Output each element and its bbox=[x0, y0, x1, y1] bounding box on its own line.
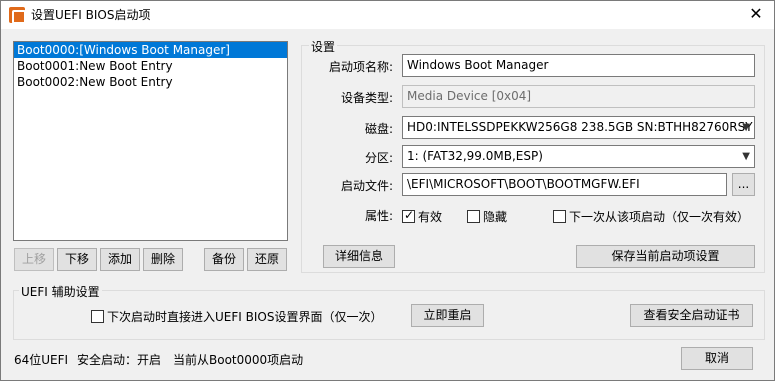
checkbox-checked-icon bbox=[402, 208, 415, 223]
device-type-label: 设备类型: bbox=[340, 91, 393, 105]
checkbox-icon bbox=[91, 310, 104, 323]
hidden-checkbox-label: 隐藏 bbox=[483, 210, 508, 224]
list-item[interactable]: Boot0001:New Boot Entry bbox=[14, 58, 287, 74]
boot-file-label: 启动文件: bbox=[340, 179, 393, 193]
move-up-button[interactable]: 上移 bbox=[14, 248, 54, 271]
uefi-aux-group-label: UEFI 辅助设置 bbox=[19, 283, 102, 300]
name-label: 启动项名称: bbox=[328, 60, 393, 74]
add-button[interactable]: 添加 bbox=[100, 248, 140, 271]
checkbox-icon bbox=[467, 210, 480, 223]
partition-select-value: 1: (FAT32,99.0MB,ESP) bbox=[407, 149, 543, 163]
list-item[interactable]: Boot0000:[Windows Boot Manager] bbox=[14, 42, 287, 58]
restore-button[interactable]: 还原 bbox=[247, 248, 287, 271]
view-secure-boot-cert-button[interactable]: 查看安全启动证书 bbox=[630, 304, 753, 327]
next-boot-once-checkbox[interactable]: 下一次从该项启动（仅一次有效） bbox=[553, 208, 749, 225]
active-checkbox-label: 有效 bbox=[418, 210, 443, 224]
checkbox-icon bbox=[553, 210, 566, 223]
active-checkbox[interactable]: 有效 bbox=[402, 208, 442, 225]
details-button[interactable]: 详细信息 bbox=[323, 245, 395, 268]
disk-label: 磁盘: bbox=[364, 122, 393, 136]
secure-boot-status: 安全启动：开启 bbox=[77, 353, 162, 367]
uefi-boot-dialog: 设置UEFI BIOS启动项 ✕ Boot0000:[Windows Boot … bbox=[0, 0, 775, 381]
partition-select[interactable]: 1: (FAT32,99.0MB,ESP) ▼ bbox=[402, 145, 755, 168]
backup-button[interactable]: 备份 bbox=[204, 248, 244, 271]
enter-bios-checkbox[interactable]: 下次启动时直接进入UEFI BIOS设置界面（仅一次） bbox=[91, 308, 382, 325]
attributes-label: 属性: bbox=[364, 209, 393, 223]
boot-entry-list[interactable]: Boot0000:[Windows Boot Manager] Boot0001… bbox=[13, 41, 288, 241]
chevron-down-icon: ▼ bbox=[742, 151, 750, 162]
app-icon bbox=[9, 7, 26, 24]
delete-button[interactable]: 删除 bbox=[143, 248, 183, 271]
device-type-field: Media Device [0x04] bbox=[402, 85, 755, 108]
next-boot-once-label: 下一次从该项启动（仅一次有效） bbox=[569, 210, 750, 224]
save-settings-button[interactable]: 保存当前启动项设置 bbox=[576, 245, 755, 268]
uefi-mode-text: 64位UEFI bbox=[14, 353, 69, 367]
cancel-button[interactable]: 取消 bbox=[681, 347, 753, 370]
settings-group-label: 设置 bbox=[309, 38, 338, 55]
disk-select-value: HD0:INTELSSDPEKKW256G8 238.5GB SN:BTHH82… bbox=[407, 120, 753, 134]
boot-file-field[interactable]: \EFI\MICROSOFT\BOOT\BOOTMGFW.EFI bbox=[402, 173, 727, 196]
disk-select[interactable]: HD0:INTELSSDPEKKW256G8 238.5GB SN:BTHH82… bbox=[402, 116, 755, 139]
enter-bios-label: 下次启动时直接进入UEFI BIOS设置界面（仅一次） bbox=[107, 310, 383, 324]
title-bar: 设置UEFI BIOS启动项 ✕ bbox=[1, 1, 774, 29]
restart-now-button[interactable]: 立即重启 bbox=[411, 304, 484, 327]
hidden-checkbox[interactable]: 隐藏 bbox=[467, 208, 507, 225]
window-title: 设置UEFI BIOS启动项 bbox=[31, 8, 151, 22]
move-down-button[interactable]: 下移 bbox=[57, 248, 97, 271]
close-icon[interactable]: ✕ bbox=[738, 1, 774, 29]
partition-label: 分区: bbox=[364, 151, 393, 165]
boot-name-field[interactable]: Windows Boot Manager bbox=[402, 54, 755, 77]
chevron-down-icon: ▼ bbox=[742, 122, 750, 133]
browse-button[interactable]: ... bbox=[732, 173, 755, 196]
list-item[interactable]: Boot0002:New Boot Entry bbox=[14, 74, 287, 90]
current-boot-status: 当前从Boot0000项启动 bbox=[173, 353, 304, 367]
